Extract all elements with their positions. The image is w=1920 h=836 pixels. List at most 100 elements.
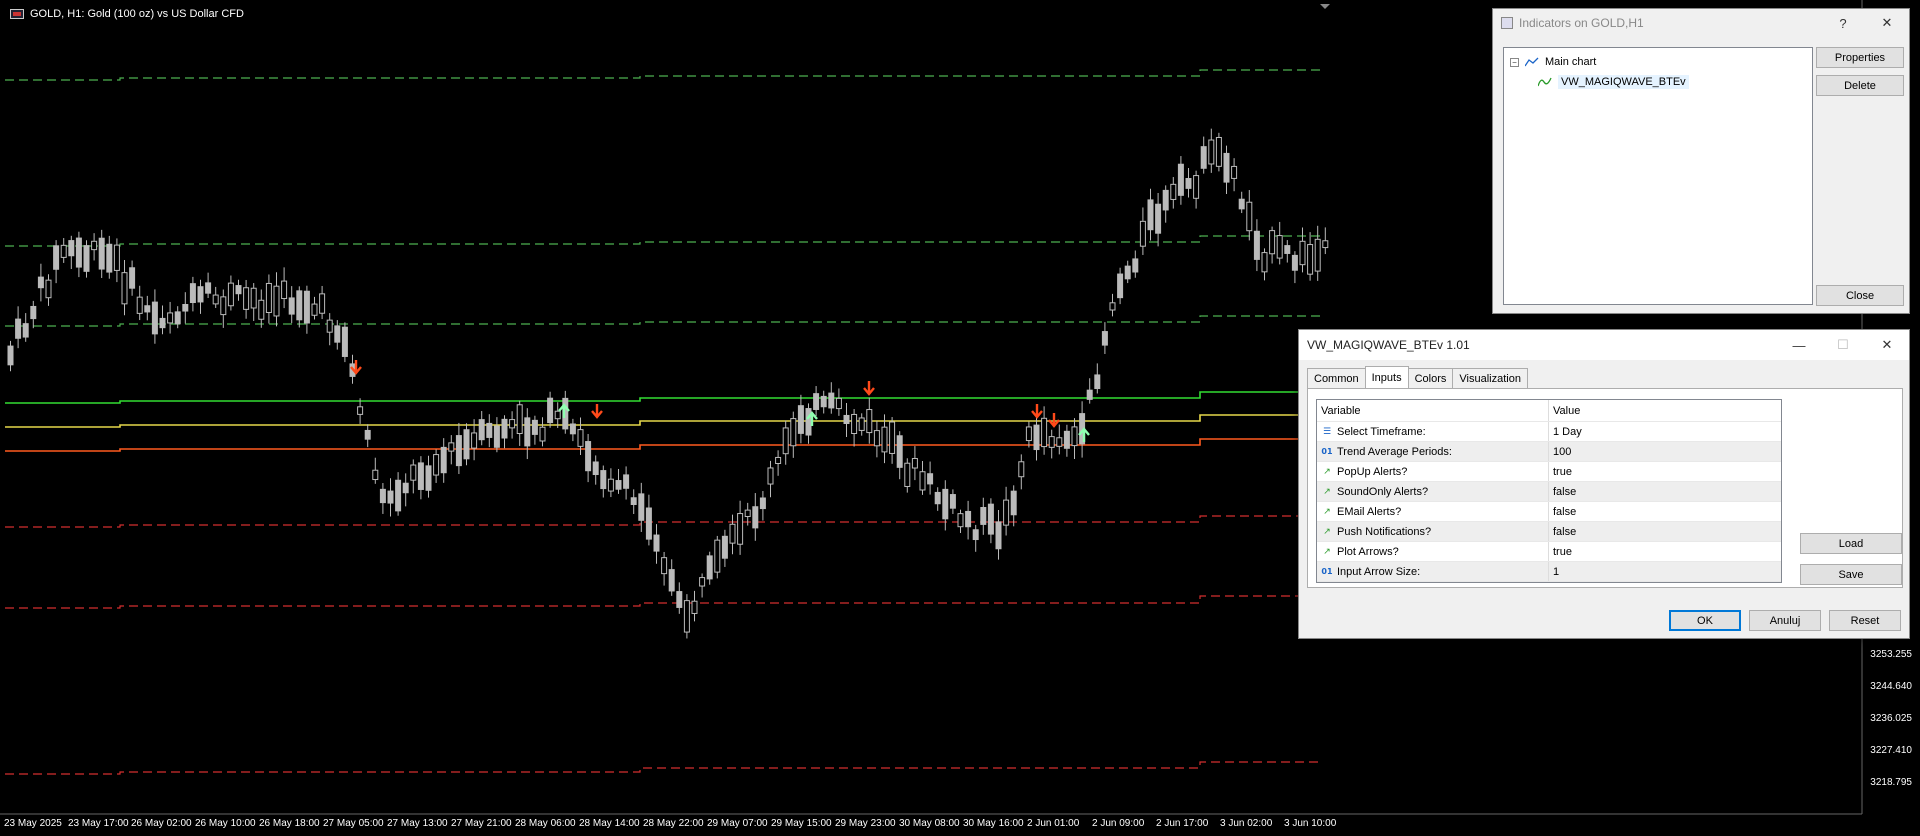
- candle-body: [744, 509, 751, 518]
- indicators-window[interactable]: Indicators on GOLD,H1 ? ✕ − Main chart V…: [1492, 8, 1910, 314]
- properties-button[interactable]: Properties: [1816, 47, 1904, 68]
- candle-body: [395, 479, 402, 512]
- table-row[interactable]: 01 Trend Average Periods: 100: [1317, 442, 1781, 462]
- candle-body: [387, 490, 394, 504]
- candle-body: [296, 290, 303, 321]
- tab-visualization[interactable]: Visualization: [1452, 368, 1528, 388]
- time-label: 28 May 14:00: [579, 818, 640, 829]
- candle-body: [15, 318, 22, 339]
- table-row[interactable]: 01 Input Arrow Size: 1: [1317, 562, 1781, 582]
- param-value[interactable]: false: [1549, 526, 1781, 538]
- candle-body: [683, 600, 690, 633]
- time-label: 27 May 13:00: [387, 818, 448, 829]
- param-name: Push Notifications?: [1337, 525, 1432, 538]
- tab-inputs[interactable]: Inputs: [1364, 366, 1409, 388]
- candle-body: [288, 297, 295, 315]
- dialog-close-button[interactable]: ✕: [1865, 337, 1909, 353]
- param-value[interactable]: false: [1549, 506, 1781, 518]
- candle-body: [820, 395, 827, 408]
- lower-band-line: [5, 515, 1320, 528]
- param-value[interactable]: 100: [1549, 446, 1781, 458]
- param-value[interactable]: true: [1549, 466, 1781, 478]
- candle-body: [159, 317, 166, 329]
- indicators-window-titlebar[interactable]: Indicators on GOLD,H1 ? ✕: [1493, 9, 1909, 37]
- table-row[interactable]: ↗ Plot Arrows? true: [1317, 542, 1781, 562]
- candle-body: [607, 478, 614, 492]
- save-button[interactable]: Save: [1800, 564, 1902, 585]
- table-row[interactable]: ☰ Select Timeframe: 1 Day: [1317, 422, 1781, 442]
- cancel-button[interactable]: Anuluj: [1749, 610, 1821, 631]
- candle-body: [463, 429, 470, 460]
- candle-body: [1056, 437, 1063, 447]
- load-button[interactable]: Load: [1800, 533, 1902, 554]
- tree-item-main-chart[interactable]: − Main chart: [1510, 52, 1806, 72]
- sell-arrow-icon: [591, 404, 603, 419]
- candle-body: [957, 513, 964, 528]
- candle-body: [1200, 146, 1207, 169]
- candle-body: [721, 535, 728, 559]
- candle-body: [881, 426, 888, 453]
- lower-band-line: [5, 761, 1320, 775]
- candle-body: [1185, 178, 1192, 189]
- candle-body: [417, 462, 424, 490]
- candle-body: [326, 319, 333, 333]
- close-button[interactable]: ✕: [1865, 15, 1909, 31]
- candle-body: [676, 591, 683, 608]
- candle-body: [1155, 203, 1162, 234]
- candle-body: [1033, 424, 1040, 451]
- candle-body: [767, 467, 774, 485]
- indicators-tree[interactable]: − Main chart VW_MAGIQWAVE_BTEv: [1503, 47, 1813, 305]
- price-label: 3218.795: [1870, 777, 1912, 788]
- table-row[interactable]: ↗ PopUp Alerts? true: [1317, 462, 1781, 482]
- tree-item-indicator[interactable]: VW_MAGIQWAVE_BTEv: [1510, 72, 1806, 92]
- candle-body: [334, 325, 341, 343]
- candle-body: [858, 417, 865, 431]
- candle-body: [942, 488, 949, 520]
- candle-body: [547, 397, 554, 424]
- reset-button[interactable]: Reset: [1829, 610, 1901, 631]
- table-row[interactable]: ↗ Push Notifications? false: [1317, 522, 1781, 542]
- candle-body: [972, 529, 979, 541]
- candle-body: [1231, 165, 1238, 179]
- param-value[interactable]: false: [1549, 486, 1781, 498]
- param-value[interactable]: true: [1549, 546, 1781, 558]
- candle-body: [448, 442, 455, 452]
- help-button[interactable]: ?: [1821, 16, 1865, 31]
- time-label: 27 May 05:00: [323, 818, 384, 829]
- param-value[interactable]: 1 Day: [1549, 426, 1781, 438]
- close-window-button[interactable]: Close: [1816, 285, 1904, 306]
- candle-body: [1284, 245, 1291, 254]
- tab-common[interactable]: Common: [1307, 368, 1366, 388]
- candle-body: [53, 245, 60, 270]
- candle-body: [7, 345, 14, 366]
- delete-button[interactable]: Delete: [1816, 75, 1904, 96]
- dialog-titlebar[interactable]: VW_MAGIQWAVE_BTEv 1.01 — ☐ ✕: [1299, 330, 1909, 360]
- candle-body: [1314, 238, 1321, 272]
- candle-body: [174, 311, 181, 325]
- candle-body: [805, 408, 812, 436]
- table-header: Variable Value: [1317, 400, 1781, 422]
- candle-body: [752, 506, 759, 529]
- candle-body: [782, 427, 789, 455]
- candle-body: [243, 287, 250, 310]
- candle-body: [592, 461, 599, 476]
- collapse-icon[interactable]: −: [1510, 57, 1519, 67]
- minimize-button[interactable]: —: [1777, 338, 1821, 353]
- inputs-table[interactable]: Variable Value ☰ Select Timeframe: 1 Day …: [1316, 399, 1782, 583]
- boolean-icon: ↗: [1323, 546, 1331, 557]
- sell-arrow-icon: [1048, 413, 1060, 428]
- time-label: 30 May 16:00: [963, 818, 1024, 829]
- dialog-title: VW_MAGIQWAVE_BTEv 1.01: [1307, 338, 1470, 352]
- indicator-properties-dialog[interactable]: VW_MAGIQWAVE_BTEv 1.01 — ☐ ✕ Common Inpu…: [1298, 329, 1910, 639]
- candle-body: [531, 419, 538, 435]
- tab-colors[interactable]: Colors: [1407, 368, 1454, 388]
- param-value[interactable]: 1: [1549, 566, 1781, 578]
- table-row[interactable]: ↗ SoundOnly Alerts? false: [1317, 482, 1781, 502]
- table-row[interactable]: ↗ EMail Alerts? false: [1317, 502, 1781, 522]
- candle-body: [1132, 258, 1139, 273]
- price-label: 3227.410: [1870, 745, 1912, 756]
- ok-button[interactable]: OK: [1669, 610, 1741, 631]
- candle-body: [357, 406, 364, 415]
- candle-body: [691, 600, 698, 614]
- candle-body: [364, 429, 371, 440]
